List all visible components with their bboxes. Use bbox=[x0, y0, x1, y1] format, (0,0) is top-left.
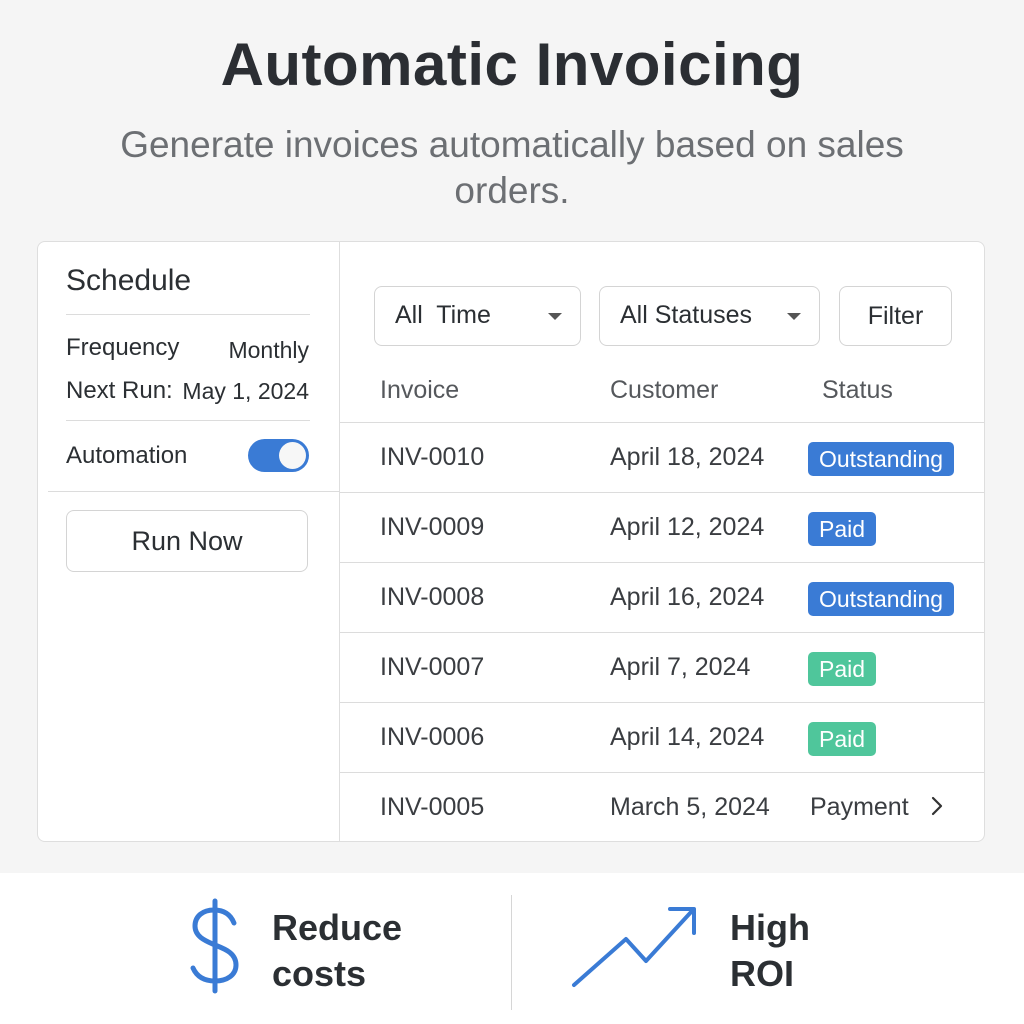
high-roi-line2: ROI bbox=[730, 953, 795, 994]
table-row[interactable]: INV-0007 April 7, 2024 Paid bbox=[340, 632, 984, 702]
invoice-id: INV-0005 bbox=[380, 793, 485, 821]
invoice-date: April 14, 2024 bbox=[610, 723, 765, 751]
schedule-sidebar: Schedule Frequency Monthly Next Run: May… bbox=[38, 242, 340, 841]
column-header-invoice[interactable]: Invoice bbox=[380, 376, 459, 405]
invoice-id: INV-0006 bbox=[380, 723, 485, 751]
status-badge: Paid bbox=[808, 512, 877, 546]
invoice-date: April 16, 2024 bbox=[610, 583, 765, 611]
status-filter-label: All Statuses bbox=[620, 301, 753, 329]
divider bbox=[48, 491, 340, 492]
status-dropdown[interactable]: All Statuses bbox=[599, 286, 820, 346]
invoice-list-area: All Time All Statuses Filter Invoice Cus… bbox=[340, 242, 984, 841]
column-header-customer[interactable]: Customer bbox=[610, 376, 718, 405]
invoice-id: INV-0007 bbox=[380, 653, 485, 681]
time-range-dropdown[interactable]: All Time bbox=[374, 286, 581, 346]
divider bbox=[66, 314, 310, 315]
high-roi-line1: High bbox=[730, 907, 810, 948]
time-range-label: All Time bbox=[395, 301, 491, 329]
table-row[interactable]: INV-0008 April 16, 2024 Outstanding bbox=[340, 562, 984, 632]
divider bbox=[66, 420, 310, 421]
status-badge: Outstanding bbox=[808, 582, 955, 616]
frequency-value: Monthly bbox=[228, 337, 309, 363]
frequency-label: Frequency bbox=[66, 334, 180, 361]
page-title: Automatic Invoicing bbox=[220, 31, 804, 98]
schedule-title: Schedule bbox=[66, 264, 192, 297]
invoice-date: March 5, 2024 bbox=[610, 793, 770, 821]
status-badge: Paid bbox=[808, 722, 877, 756]
next-run-label: Next Run: bbox=[66, 377, 173, 404]
invoice-date: April 18, 2024 bbox=[610, 443, 765, 471]
table-row[interactable]: INV-0010 April 18, 2024 Outstanding bbox=[340, 422, 984, 492]
next-run-value: May 1, 2024 bbox=[182, 378, 309, 404]
automation-label: Automation bbox=[66, 442, 188, 469]
chevron-down-icon bbox=[787, 313, 801, 320]
reduce-costs-line2: costs bbox=[272, 953, 367, 994]
table-row[interactable]: INV-0009 April 12, 2024 Paid bbox=[340, 492, 984, 562]
invoice-date: April 7, 2024 bbox=[610, 653, 751, 681]
invoice-id: INV-0010 bbox=[380, 443, 485, 471]
invoice-id: INV-0008 bbox=[380, 583, 485, 611]
chevron-right-icon[interactable] bbox=[930, 793, 944, 824]
invoice-id: INV-0009 bbox=[380, 513, 485, 541]
status-badge: Outstanding bbox=[808, 442, 955, 476]
dollar-icon bbox=[186, 897, 244, 1000]
divider bbox=[511, 895, 512, 1010]
invoice-date: April 12, 2024 bbox=[610, 513, 765, 541]
reduce-costs-line1: Reduce bbox=[272, 907, 403, 948]
filter-button[interactable]: Filter bbox=[839, 286, 952, 346]
column-header-status[interactable]: Status bbox=[822, 376, 893, 405]
run-now-button[interactable]: Run Now bbox=[66, 510, 308, 572]
invoicing-panel: Schedule Frequency Monthly Next Run: May… bbox=[37, 241, 985, 842]
table-row[interactable]: INV-0005 March 5, 2024 Payment bbox=[340, 772, 984, 841]
benefits-bar: Reduce costs High ROI bbox=[0, 873, 1024, 1024]
chevron-down-icon bbox=[548, 313, 562, 320]
toggle-knob bbox=[279, 442, 306, 469]
status-text: Payment bbox=[810, 793, 909, 821]
page-subtitle: Generate invoices automatically based on… bbox=[120, 124, 904, 211]
table-row[interactable]: INV-0006 April 14, 2024 Paid bbox=[340, 702, 984, 772]
automation-toggle[interactable] bbox=[248, 439, 309, 472]
trend-up-icon bbox=[568, 903, 700, 996]
status-badge: Paid bbox=[808, 652, 877, 686]
